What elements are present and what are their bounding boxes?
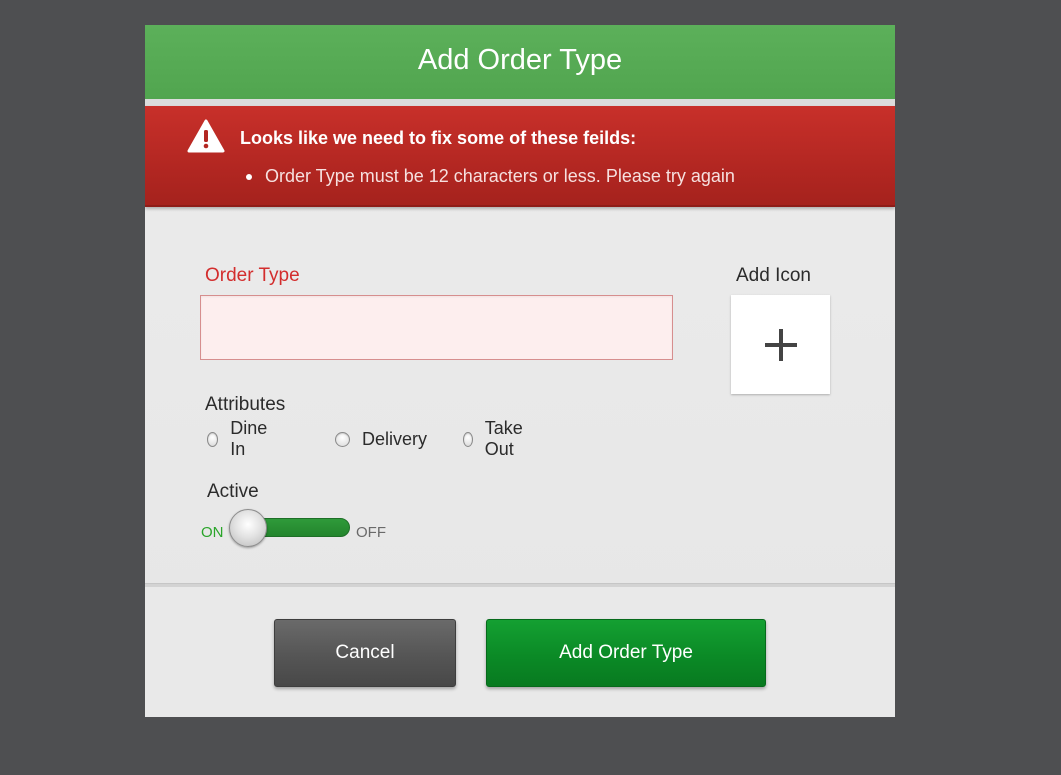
radio-label: Take Out: [484, 418, 523, 459]
toggle-off-label: OFF: [356, 524, 386, 541]
dialog-title: Add Order Type: [417, 43, 623, 76]
radio-label: Dine In: [230, 418, 268, 459]
add-order-type-button[interactable]: Add Order Type: [486, 619, 766, 687]
radio-delivery[interactable]: Delivery: [335, 427, 427, 451]
dialog-title-bar: Add Order Type: [145, 25, 895, 100]
title-divider: [145, 99, 895, 106]
error-banner: Looks like we need to fix some of these …: [145, 106, 895, 207]
toggle-knob[interactable]: [229, 509, 267, 547]
cancel-button[interactable]: Cancel: [274, 619, 456, 687]
plus-icon: [764, 328, 797, 361]
attributes-label: Attributes: [205, 394, 286, 415]
active-label: Active: [207, 481, 259, 502]
error-list-item: Order Type must be 12 characters or less…: [245, 166, 735, 187]
error-heading: Looks like we need to fix some of these …: [240, 128, 637, 148]
radio-button[interactable]: [463, 431, 473, 447]
error-list: Order Type must be 12 characters or less…: [245, 166, 735, 187]
active-toggle[interactable]: ON OFF: [201, 509, 391, 547]
warning-icon: [187, 119, 225, 153]
radio-button[interactable]: [335, 431, 350, 447]
radio-take-out[interactable]: Take Out: [463, 418, 528, 459]
order-type-input[interactable]: [200, 295, 673, 360]
form-area: Order Type Add Icon Attributes Dine In D…: [145, 207, 895, 583]
add-icon-button[interactable]: [731, 295, 830, 394]
dialog-footer: Cancel Add Order Type: [145, 587, 895, 717]
radio-button[interactable]: [207, 431, 219, 447]
order-type-label: Order Type: [205, 265, 300, 286]
radio-dine-in[interactable]: Dine In: [207, 418, 271, 459]
add-icon-label: Add Icon: [736, 265, 811, 286]
radio-label: Delivery: [362, 428, 428, 449]
toggle-track: [255, 518, 350, 537]
toggle-on-label: ON: [201, 524, 224, 541]
add-order-type-dialog: Add Order Type Looks like we need to fix…: [145, 25, 895, 717]
